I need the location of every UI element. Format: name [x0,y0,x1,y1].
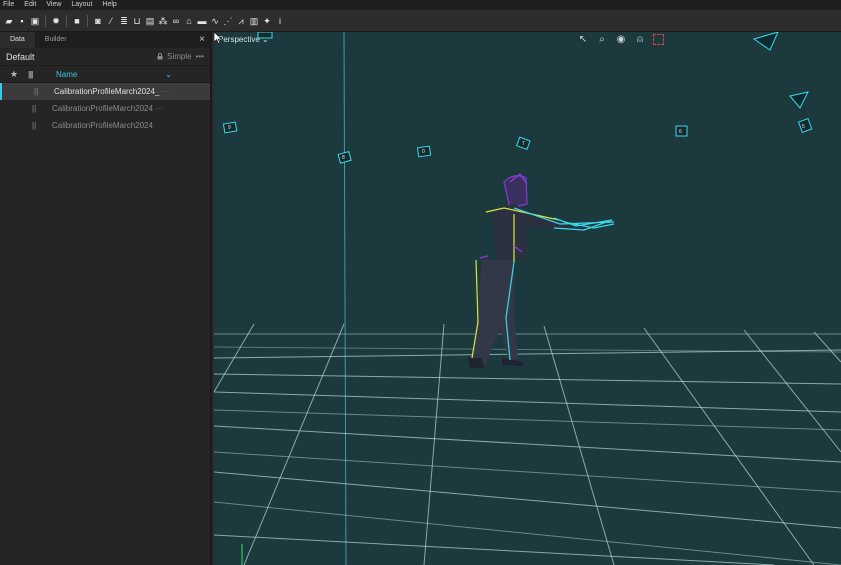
take-icon: || [32,121,37,130]
tag-alt-icon[interactable]: ▬ [197,16,207,26]
graph-icon[interactable]: ∿ [210,16,220,26]
list-item[interactable]: || CalibrationProfileMarch2024 ··· [0,100,210,117]
camera-marker [797,117,813,133]
camera-icon[interactable]: ◙ [93,16,103,26]
camera-marker [789,91,809,109]
export-icon[interactable]: ▥ [249,16,259,26]
marker-labels: 9 8 0 7 6 5 [228,124,805,161]
gear-icon[interactable]: ✹ [51,16,61,26]
menu-help[interactable]: Help [102,0,116,10]
list-item[interactable]: || CalibrationProfileMarch2024_ ··· [0,83,210,100]
marker-label: 7 [522,141,525,147]
character-model[interactable] [468,172,615,368]
3d-viewport[interactable]: 9 8 0 7 6 5 Perspective ⌄ ↖ ⌕ ◉ ⍝ [214,32,841,565]
toolbar-divider [45,14,46,27]
zoom-icon[interactable]: ⌕ [596,34,608,46]
marker-label: 6 [679,129,682,135]
rectangle-icon[interactable]: ■ [72,16,82,26]
list-item[interactable]: || CalibrationProfileMarch2024 [0,117,210,134]
camera-marker [752,32,779,51]
close-panel-button[interactable]: × [199,32,205,48]
more-options-button[interactable]: ••• [196,52,204,61]
tab-builder[interactable]: Builder [35,32,77,48]
list-header: ★ |||| Name ⌄ [0,66,210,83]
tab-data[interactable]: Data [0,32,35,48]
marker-label: 9 [228,125,231,131]
menu-file[interactable]: File [3,0,14,10]
row-more-button[interactable]: ··· [155,104,163,113]
save-icon[interactable]: ▪ [17,16,27,26]
panel-tabs: Data Builder × [0,32,210,48]
link-icon[interactable]: ∞ [171,16,181,26]
take-name: CalibrationProfileMarch2024 [52,104,153,113]
take-icon: || [32,104,37,113]
toolbar-divider [87,14,88,27]
info-icon[interactable]: i [275,16,285,26]
menu-layout[interactable]: Layout [71,0,92,10]
network-icon[interactable]: ⁂ [158,16,168,26]
graph-alt-icon[interactable]: ⋰ [223,16,233,26]
name-column-header[interactable]: Name [56,70,77,79]
menu-edit[interactable]: Edit [24,0,36,10]
database-icon[interactable]: ≣ [119,16,129,26]
lock-icon [157,53,163,60]
take-name: CalibrationProfileMarch2024_ [54,87,160,96]
star-icon[interactable]: ★ [0,69,28,80]
preset-row: Default Simple ••• [0,48,210,66]
tag-icon[interactable]: ⌂ [184,16,194,26]
preset-dropdown[interactable]: Default [6,52,35,62]
toolbar-divider [66,14,67,27]
record-area-icon[interactable] [653,34,664,45]
save-all-icon[interactable]: ▣ [30,16,40,26]
take-name: CalibrationProfileMarch2024 [52,121,153,130]
data-panel: Data Builder × Default Simple ••• ★ ||||… [0,32,212,565]
app-window: File Edit View Layout Help ▰ ▪ ▣ ✹ ■ ◙ ⁄… [0,0,841,565]
viewport-toolbar: ↖ ⌕ ◉ ⍝ [577,34,664,46]
wand-icon[interactable]: ⁄ [106,16,116,26]
folder-open-icon[interactable]: ▰ [4,16,14,26]
row-more-button[interactable]: ··· [161,87,169,96]
chevron-down-icon[interactable]: ⌄ [165,70,172,79]
menu-bar: File Edit View Layout Help [0,0,841,10]
bars-icon[interactable]: |||| [28,70,52,79]
mouse-cursor-icon [214,32,222,44]
menu-view[interactable]: View [46,0,61,10]
camera-markers [222,32,813,164]
user-search-icon[interactable]: ⍝ [634,34,646,46]
take-icon: || [34,87,39,96]
simple-mode-toggle[interactable]: Simple [167,52,191,61]
vertical-axis-line [343,32,347,565]
filter-icon[interactable]: ▤ [145,16,155,26]
mountains-icon[interactable]: ⩘ [236,16,246,26]
main-toolbar: ▰ ▪ ▣ ✹ ■ ◙ ⁄ ≣ ⊔ ▤ ⁂ ∞ ⌂ ▬ ∿ ⋰ ⩘ ▥ ✦ i [0,10,841,32]
preset-controls: Simple ••• [157,52,204,61]
marker-label: 8 [342,155,345,161]
eye-icon[interactable]: ◉ [615,34,627,46]
marker-label: 0 [422,149,425,155]
select-cursor-icon[interactable]: ↖ [577,34,589,46]
view-mode-dropdown[interactable]: Perspective ⌄ [218,35,269,44]
basket-icon[interactable]: ⊔ [132,16,142,26]
marker-label: 5 [802,124,805,130]
sparkle-icon[interactable]: ✦ [262,16,272,26]
scene: 9 8 0 7 6 5 [214,32,841,565]
floor-grid [214,323,841,565]
